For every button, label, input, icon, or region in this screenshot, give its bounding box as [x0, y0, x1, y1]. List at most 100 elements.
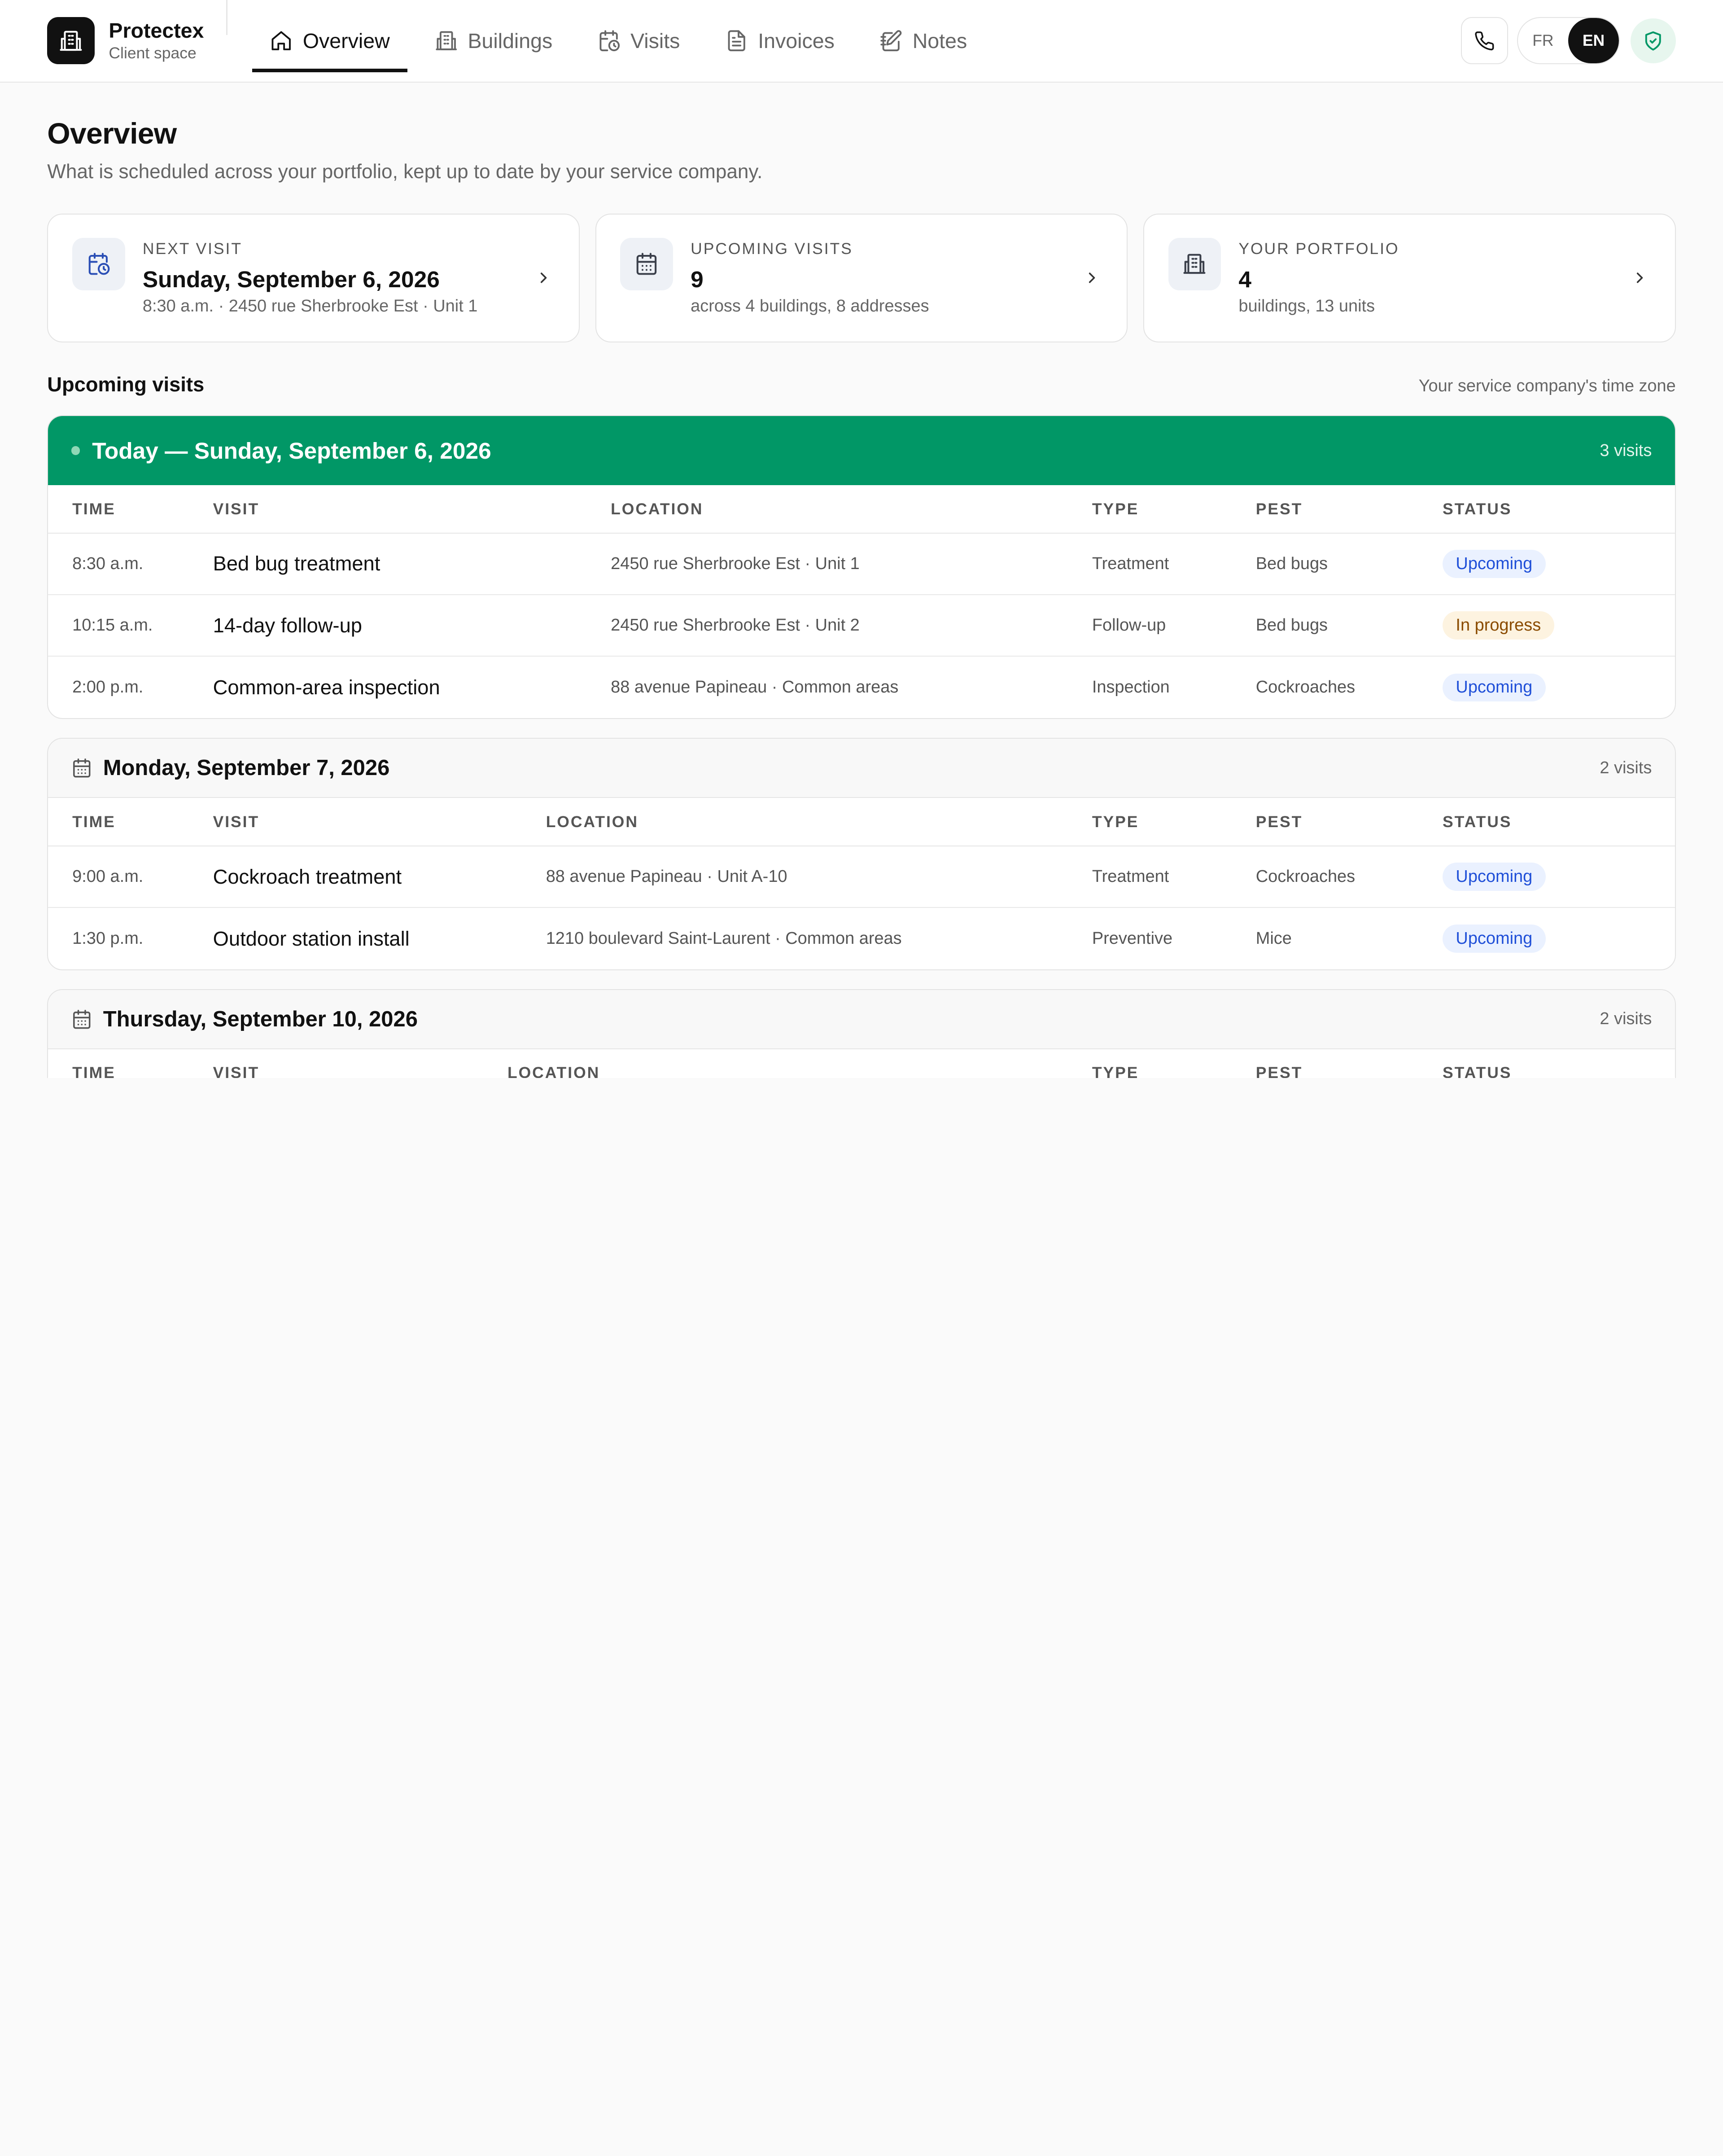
visit-time: 1:30 p.m.	[72, 929, 144, 948]
shield-check-icon	[1645, 31, 1661, 51]
main-nav: Overview Buildings Visits Invoices Notes	[252, 0, 984, 82]
column-pest: PEST	[1255, 812, 1303, 831]
column-time: TIME	[72, 1064, 116, 1078]
table-row[interactable]: 2:00 p.m. Common-area inspection 88 aven…	[48, 657, 1675, 718]
building-icon	[436, 31, 457, 51]
visit-location: 88 avenue Papineau · Common areas	[611, 678, 899, 697]
table-row[interactable]: 1:30 p.m. Outdoor station install 1210 b…	[48, 908, 1675, 969]
day-header: Thursday, September 10, 2026 2 visits	[48, 990, 1675, 1050]
visit-pest: Cockroaches	[1255, 867, 1356, 886]
next-visit-card[interactable]: NEXT VISIT Sunday, September 6, 2026 8:3…	[47, 214, 580, 342]
visit-pest: Mice	[1255, 929, 1292, 948]
portfolio-card[interactable]: YOUR PORTFOLIO 4 buildings, 13 units	[1143, 214, 1676, 342]
column-type: TYPE	[1092, 500, 1139, 518]
time-zone-note: Your service company's time zone	[1418, 377, 1676, 396]
tab-notes-label: Notes	[912, 29, 967, 53]
tab-buildings-label: Buildings	[468, 29, 553, 53]
document-icon	[728, 30, 745, 52]
calendar-icon	[73, 1009, 91, 1029]
column-status: STATUS	[1443, 1064, 1512, 1078]
brand-subtitle: Client space	[109, 44, 197, 62]
card-label: NEXT VISIT	[142, 240, 242, 258]
calendar-icon	[73, 758, 91, 778]
visit-location: 88 avenue Papineau · Unit A-10	[546, 867, 787, 886]
table-row[interactable]: 8:30 a.m. Bed bug treatment 2450 rue She…	[48, 534, 1675, 596]
tab-invoices-label: Invoices	[758, 29, 835, 53]
day-header: Today — Sunday, September 6, 2026 3 visi…	[48, 416, 1675, 486]
column-visit: VISIT	[213, 1064, 260, 1078]
language-fr[interactable]: FR	[1518, 18, 1569, 63]
card-value: Sunday, September 6, 2026	[142, 266, 440, 293]
language-en[interactable]: EN	[1568, 18, 1619, 64]
visit-type: Preventive	[1092, 929, 1173, 948]
calendar-icon	[620, 237, 673, 291]
visit-name: Cockroach treatment	[213, 865, 402, 888]
column-time: TIME	[72, 812, 116, 831]
page-title: Overview	[47, 117, 177, 150]
top-bar: Protectex Client space Overview Building…	[0, 0, 1723, 83]
visit-time: 9:00 a.m.	[72, 867, 144, 886]
status-badge: In progress	[1443, 611, 1554, 640]
today-dot	[71, 446, 80, 455]
brand-name: Protectex	[109, 18, 204, 42]
visit-time: 8:30 a.m.	[72, 554, 144, 573]
visit-pest: Bed bugs	[1255, 616, 1328, 635]
table-header: TIME VISIT LOCATION TYPE PEST STATUS	[48, 798, 1675, 846]
status-badge: Upcoming	[1443, 925, 1546, 953]
chevron-right-icon	[1636, 272, 1643, 284]
visit-name: Bed bug treatment	[213, 552, 380, 575]
card-value: 9	[691, 266, 704, 293]
table-header: TIME VISIT LOCATION TYPE PEST STATUS	[48, 485, 1675, 534]
visit-name: Common-area inspection	[213, 675, 440, 699]
column-visit: VISIT	[213, 500, 260, 518]
column-type: TYPE	[1092, 1064, 1139, 1078]
table-header: TIME VISIT LOCATION TYPE PEST STATUS	[48, 1049, 1675, 1078]
visit-type: Treatment	[1092, 554, 1169, 573]
day-title: Monday, September 7, 2026	[103, 756, 390, 780]
tab-overview-label: Overview	[302, 29, 390, 53]
column-status: STATUS	[1443, 812, 1512, 831]
building-icon	[1168, 237, 1221, 291]
visit-location: 2450 rue Sherbrooke Est · Unit 2	[611, 616, 860, 635]
tab-visits[interactable]: Visits	[580, 0, 697, 82]
visit-pest: Cockroaches	[1255, 678, 1356, 697]
card-detail: buildings, 13 units	[1238, 296, 1375, 316]
tab-invoices[interactable]: Invoices	[708, 0, 852, 82]
column-time: TIME	[72, 500, 116, 518]
calendar-clock-icon	[599, 30, 620, 52]
tab-overview[interactable]: Overview	[252, 0, 408, 82]
brand-divider	[226, 0, 227, 35]
visit-type: Treatment	[1092, 867, 1169, 886]
column-status: STATUS	[1443, 500, 1512, 518]
chevron-right-icon	[541, 272, 547, 284]
visit-count: 3 visits	[1600, 441, 1652, 460]
brand[interactable]: Protectex Client space	[47, 17, 204, 65]
table-row[interactable]: 9:00 a.m. Cockroach treatment 88 avenue …	[48, 846, 1675, 908]
tab-buildings[interactable]: Buildings	[417, 0, 570, 82]
day-group: Monday, September 7, 2026 2 visits TIME …	[47, 737, 1676, 971]
tab-notes[interactable]: Notes	[862, 0, 984, 82]
card-value: 4	[1238, 266, 1251, 293]
table-row[interactable]: 10:15 a.m. 14-day follow-up 2450 rue She…	[48, 595, 1675, 657]
security-button[interactable]	[1631, 18, 1676, 64]
upcoming-visits-card[interactable]: UPCOMING VISITS 9 across 4 buildings, 8 …	[595, 214, 1128, 342]
column-location: LOCATION	[611, 500, 704, 518]
status-badge: Upcoming	[1443, 550, 1546, 578]
card-detail: across 4 buildings, 8 addresses	[691, 296, 929, 316]
column-visit: VISIT	[213, 812, 260, 831]
visit-location: 2450 rue Sherbrooke Est · Unit 1	[611, 554, 860, 573]
calendar-clock-icon	[72, 237, 125, 291]
column-pest: PEST	[1255, 500, 1303, 518]
day-title: Thursday, September 10, 2026	[103, 1007, 418, 1031]
visit-name: 14-day follow-up	[213, 613, 363, 637]
building-icon	[47, 17, 95, 65]
visit-pest: Bed bugs	[1255, 554, 1328, 573]
language-switcher: FR EN	[1517, 17, 1620, 65]
main-content: Overview What is scheduled across your p…	[0, 117, 1723, 1078]
page: Protectex Client space Overview Building…	[0, 0, 1723, 1078]
visit-type: Follow-up	[1092, 616, 1166, 635]
phone-button[interactable]	[1461, 17, 1508, 65]
day-title: Today — Sunday, September 6, 2026	[92, 438, 491, 464]
home-icon	[271, 31, 291, 51]
day-group: Today — Sunday, September 6, 2026 3 visi…	[47, 415, 1676, 719]
